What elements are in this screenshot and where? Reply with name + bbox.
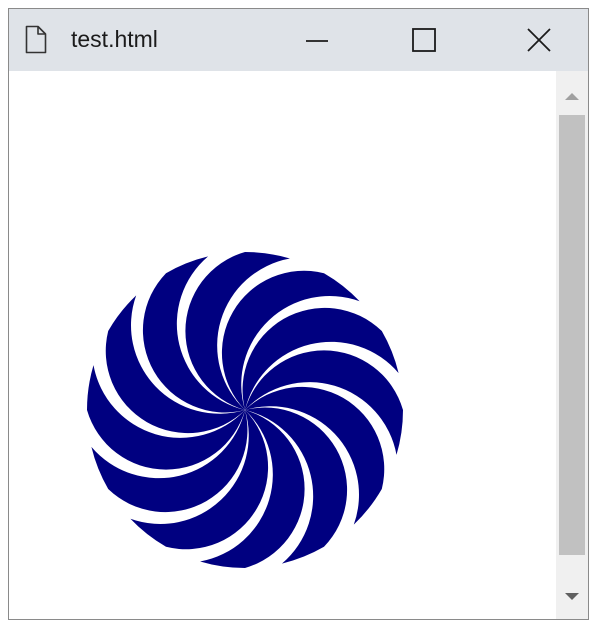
document-icon — [25, 25, 47, 54]
scroll-down-button[interactable] — [556, 579, 588, 613]
swirl-drawing — [86, 251, 403, 568]
scroll-thumb[interactable] — [559, 115, 585, 555]
scroll-up-arrow-icon — [565, 92, 579, 100]
close-button[interactable] — [512, 17, 566, 63]
page-content — [9, 71, 588, 619]
minimize-icon — [306, 40, 328, 42]
scroll-down-arrow-icon — [565, 592, 579, 600]
title-bar[interactable]: test.html — [9, 9, 588, 71]
browser-window: test.html — [8, 8, 589, 620]
vertical-scrollbar[interactable] — [556, 71, 588, 619]
maximize-button[interactable] — [397, 17, 451, 63]
window-title: test.html — [71, 26, 158, 52]
close-icon — [527, 28, 551, 52]
maximize-icon — [412, 28, 436, 52]
scroll-up-button[interactable] — [556, 79, 588, 113]
minimize-button[interactable] — [290, 17, 344, 63]
